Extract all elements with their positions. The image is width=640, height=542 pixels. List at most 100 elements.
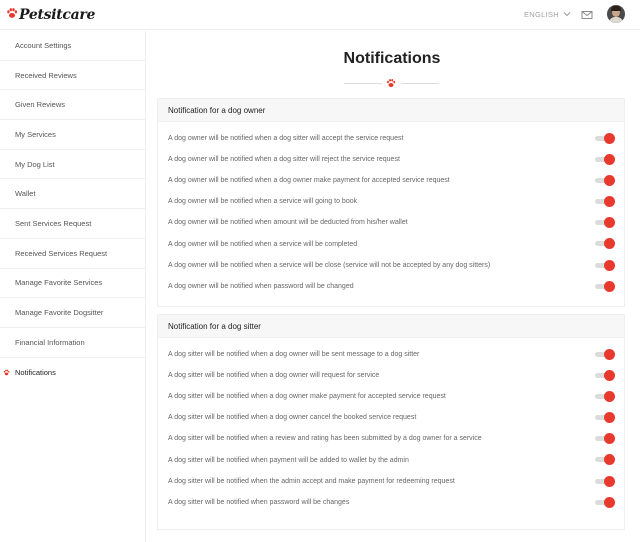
toggle-knob (604, 238, 615, 250)
dog-owner-notifications-card: Notification for a dog owner A dog owner… (157, 98, 625, 307)
notification-toggle[interactable] (595, 391, 615, 403)
sidebar-item-given-reviews[interactable]: Given Reviews (0, 90, 145, 121)
notification-row: A dog sitter will be notified when a dog… (158, 344, 624, 365)
notification-row: A dog owner will be notified when a dog … (158, 149, 624, 170)
sidebar-item-wallet[interactable]: Wallet (0, 179, 145, 210)
top-bar: Petsitcare ENGLISH (0, 0, 640, 30)
toggle-knob (604, 349, 615, 360)
notification-toggle[interactable] (595, 433, 615, 445)
notification-row: A dog owner will be notified when a dog … (158, 128, 624, 149)
notification-row: A dog sitter will be notified when passw… (158, 492, 624, 513)
toggle-knob (604, 217, 615, 229)
toggle-knob (604, 280, 615, 292)
sidebar-item-notifications[interactable]: Notifications (0, 358, 145, 388)
sidebar-item-label: My Services (15, 129, 56, 139)
page-title: Notifications (343, 50, 441, 67)
toggle-knob (604, 133, 615, 144)
notification-toggle[interactable] (595, 196, 615, 208)
notification-toggle[interactable] (595, 133, 615, 144)
sidebar-item-manage-favorite-dogsitter[interactable]: Manage Favorite Dogsitter (0, 298, 145, 328)
sidebar-item-label: Financial Information (15, 337, 85, 347)
notification-row: A dog owner will be notified when amount… (158, 212, 624, 233)
notification-row: A dog owner will be notified when a serv… (158, 255, 624, 276)
brand-name: Petsitcare (19, 7, 96, 23)
notification-row: A dog sitter will be notified when a dog… (158, 365, 624, 386)
sidebar-item-label: Received Reviews (15, 70, 77, 80)
title-divider (344, 83, 382, 84)
toggle-knob (604, 175, 615, 187)
sidebar-item-label: Received Services Request (15, 248, 108, 258)
notification-toggle[interactable] (595, 454, 615, 466)
notification-row: A dog owner will be notified when a serv… (158, 191, 624, 212)
notification-list: A dog sitter will be notified when a dog… (158, 338, 624, 513)
sidebar-item-sent-services-request[interactable]: Sent Services Request (0, 209, 145, 239)
notification-list: A dog owner will be notified when a dog … (158, 122, 624, 297)
toggle-knob (604, 259, 615, 271)
notification-text: A dog sitter will be notified when payme… (168, 456, 409, 464)
notification-toggle[interactable] (595, 349, 615, 360)
paw-icon (3, 369, 10, 375)
sidebar-item-my-dog-list[interactable]: My Dog List (0, 150, 145, 180)
mail-icon[interactable] (581, 9, 593, 21)
avatar[interactable] (607, 5, 625, 23)
section-heading: Notification for a dog sitter (158, 315, 624, 338)
notification-text: A dog owner will be notified when a dog … (168, 177, 450, 185)
notification-row: A dog sitter will be notified when a dog… (158, 386, 624, 407)
notification-text: A dog owner will be notified when a dog … (168, 135, 404, 143)
toggle-knob (604, 433, 615, 445)
notification-toggle[interactable] (595, 175, 615, 187)
sidebar-item-received-reviews[interactable]: Received Reviews (0, 61, 145, 91)
notification-toggle[interactable] (595, 154, 615, 166)
notification-toggle[interactable] (595, 370, 615, 382)
notification-toggle[interactable] (595, 280, 615, 292)
notification-toggle[interactable] (595, 412, 615, 424)
notification-text: A dog sitter will be notified when a dog… (168, 414, 417, 422)
toggle-knob (604, 496, 615, 508)
sidebar-item-financial-information[interactable]: Financial Information (0, 328, 145, 358)
notification-text: A dog sitter will be notified when passw… (168, 498, 350, 506)
sidebar: Account Settings Received Reviews Given … (0, 31, 146, 542)
notification-row: A dog owner will be notified when a serv… (158, 233, 624, 254)
brand-logo[interactable]: Petsitcare (6, 5, 95, 25)
sidebar-item-account-settings[interactable]: Account Settings (0, 31, 145, 61)
sidebar-item-label: Sent Services Request (15, 218, 92, 228)
notification-toggle[interactable] (595, 238, 615, 250)
section-heading: Notification for a dog owner (158, 99, 624, 122)
notification-text: A dog owner will be notified when a serv… (168, 240, 358, 248)
notification-text: A dog sitter will be notified when a dog… (168, 393, 446, 401)
notification-text: A dog owner will be notified when a serv… (168, 198, 358, 206)
title-divider (401, 83, 439, 84)
notification-text: A dog owner will be notified when passwo… (168, 282, 354, 290)
chevron-down-icon[interactable] (562, 9, 572, 19)
notification-toggle[interactable] (595, 217, 615, 229)
dog-sitter-notifications-card: Notification for a dog sitter A dog sitt… (157, 314, 625, 530)
toggle-knob (604, 475, 615, 487)
notification-text: A dog sitter will be notified when the a… (168, 477, 455, 485)
sidebar-item-label: Notifications (15, 367, 56, 377)
sidebar-item-label: Wallet (15, 189, 36, 199)
toggle-knob (604, 370, 615, 382)
sidebar-item-label: Account Settings (15, 40, 72, 50)
notification-text: A dog owner will be notified when a serv… (168, 261, 491, 269)
sidebar-item-received-services-request[interactable]: Received Services Request (0, 239, 145, 269)
notification-row: A dog sitter will be notified when a dog… (158, 407, 624, 428)
notification-row: A dog sitter will be notified when the a… (158, 471, 624, 492)
toggle-knob (604, 454, 615, 466)
notification-toggle[interactable] (595, 259, 615, 271)
toggle-knob (604, 391, 615, 403)
notification-text: A dog sitter will be notified when a dog… (168, 372, 380, 380)
toggle-knob (604, 196, 615, 208)
notification-text: A dog owner will be notified when amount… (168, 219, 408, 227)
notification-row: A dog owner will be notified when a dog … (158, 170, 624, 191)
notification-toggle[interactable] (595, 475, 615, 487)
toggle-knob (604, 154, 615, 166)
notification-toggle[interactable] (595, 496, 615, 508)
sidebar-item-my-services[interactable]: My Services (0, 120, 145, 150)
sidebar-item-label: Manage Favorite Services (15, 278, 103, 288)
sidebar-item-label: My Dog List (15, 159, 55, 169)
notification-row: A dog sitter will be notified when a rev… (158, 428, 624, 449)
paw-icon (7, 8, 18, 18)
sidebar-item-manage-favorite-services[interactable]: Manage Favorite Services (0, 269, 145, 299)
language-selector[interactable]: ENGLISH (524, 10, 559, 19)
sidebar-item-label: Given Reviews (15, 100, 66, 110)
